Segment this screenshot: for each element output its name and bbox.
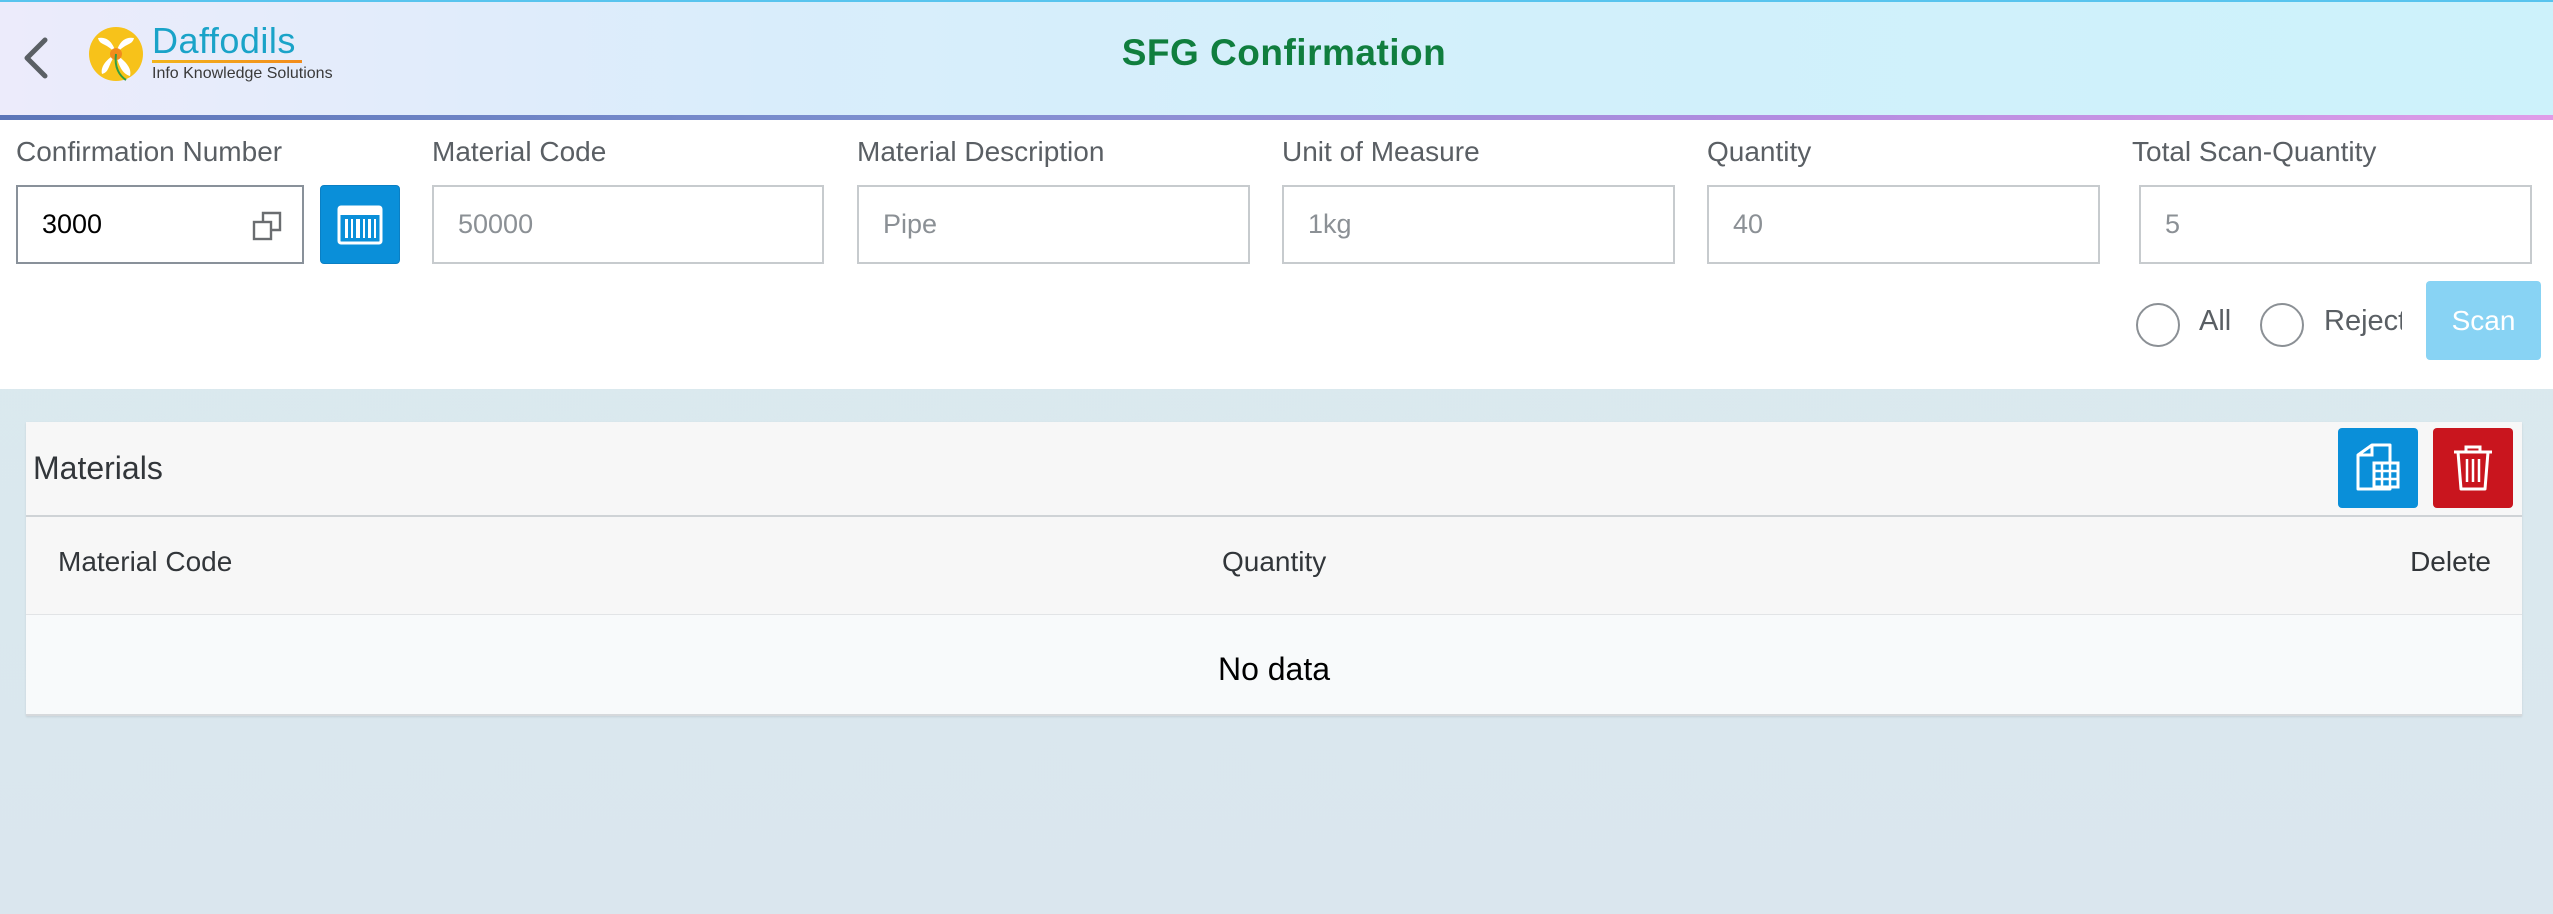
total-scan-quantity-label: Total Scan-Quantity: [2132, 136, 2377, 167]
trash-icon: [2454, 445, 2492, 491]
column-header-quantity: Quantity: [1222, 546, 1327, 577]
quantity-input[interactable]: 40: [1707, 185, 2100, 264]
unit-of-measure-input[interactable]: 1kg: [1282, 185, 1675, 264]
material-code-placeholder: 50000: [458, 209, 534, 239]
no-data-text: No data: [1217, 651, 1331, 687]
reject-radio-label-clip: Reject: [2324, 305, 2402, 345]
reject-radio[interactable]: [2260, 303, 2304, 347]
spreadsheet-icon: [2356, 443, 2400, 491]
app-header: Daffodils Info Knowledge Solutions SFG C…: [0, 0, 2553, 117]
barcode-icon: [337, 205, 383, 244]
scan-button[interactable]: Scan: [2426, 281, 2541, 360]
confirmation-number-input[interactable]: 3000: [16, 185, 304, 264]
quantity-placeholder: 40: [1733, 209, 1764, 239]
delete-all-button[interactable]: [2433, 428, 2513, 508]
barcode-scan-button[interactable]: [320, 185, 400, 264]
reject-radio-label: Reject: [2324, 305, 2402, 337]
page-title: SFG Confirmation: [1121, 32, 1447, 73]
material-code-label: Material Code: [432, 136, 607, 167]
panel-header-divider: [26, 515, 2522, 517]
panel-bottom-border: [26, 714, 2522, 716]
material-description-placeholder: Pipe: [883, 209, 938, 239]
column-header-delete: Delete: [2410, 546, 2491, 577]
confirmation-form: Confirmation Number 3000 Material Code 5…: [0, 120, 2553, 389]
material-code-input[interactable]: 50000: [432, 185, 824, 264]
total-scan-quantity-input[interactable]: 5: [2139, 185, 2532, 264]
column-header-material-code: Material Code: [58, 546, 233, 577]
material-description-input[interactable]: Pipe: [857, 185, 1250, 264]
material-description-label: Material Description: [857, 136, 1105, 167]
unit-of-measure-label: Unit of Measure: [1282, 136, 1480, 167]
all-radio-label: All: [2199, 305, 2232, 337]
materials-panel: Materials Material Code Quantity Delete …: [26, 422, 2522, 716]
total-scan-quantity-placeholder: 5: [2165, 209, 2181, 239]
empty-table-row: No data: [26, 615, 2522, 714]
materials-title: Materials: [33, 450, 163, 486]
all-radio[interactable]: [2136, 303, 2180, 347]
confirmation-number-value: 3000: [42, 209, 103, 239]
value-help-icon[interactable]: [252, 211, 282, 241]
export-button[interactable]: [2338, 428, 2418, 508]
unit-of-measure-placeholder: 1kg: [1308, 209, 1352, 239]
quantity-label: Quantity: [1707, 136, 1812, 167]
confirmation-number-label: Confirmation Number: [16, 136, 283, 167]
